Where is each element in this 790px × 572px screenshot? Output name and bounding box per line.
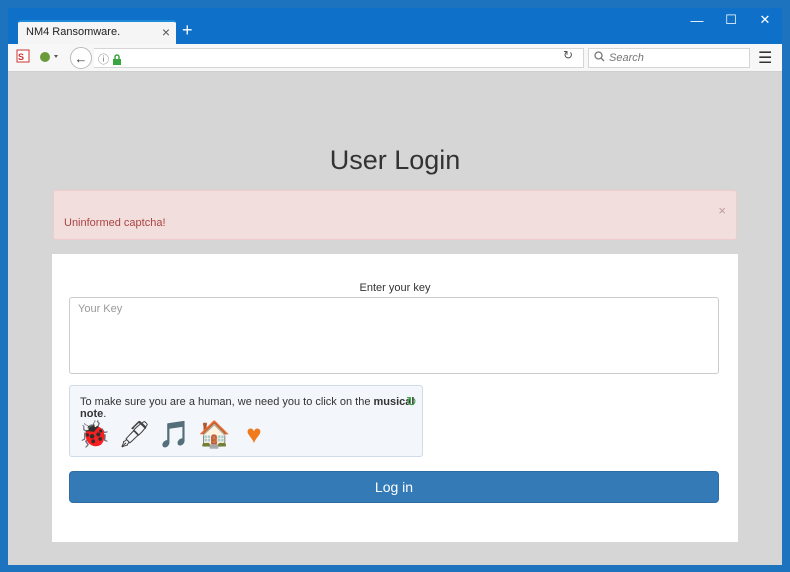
page-title: User Login — [329, 145, 461, 175]
captcha-box: To make sure you are a human, we need yo… — [69, 385, 423, 457]
extension-icon[interactable]: S — [16, 49, 30, 66]
search-input[interactable] — [609, 51, 747, 65]
tab-close-icon[interactable]: × — [162, 24, 170, 40]
navigation-bar: S ← ⓘ ↻ ☰ — [8, 44, 782, 72]
search-icon — [594, 51, 605, 65]
musical-note-icon[interactable]: 🎵 — [158, 418, 190, 450]
lock-icon — [112, 52, 122, 70]
maximize-icon[interactable]: ☐ — [714, 8, 748, 32]
tab-title: NM4 Ransomware. — [26, 26, 121, 38]
alert-message: Uninformed captcha! — [64, 217, 166, 229]
key-label: Enter your key — [359, 282, 431, 294]
house-icon[interactable]: 🏠 — [198, 418, 230, 450]
svg-text:S: S — [18, 52, 24, 62]
url-bar[interactable]: ⓘ — [94, 48, 584, 68]
info-icon[interactable]: ⓘ — [98, 51, 109, 67]
browser-tab[interactable]: NM4 Ransomware. × — [18, 20, 176, 44]
search-bar[interactable] — [588, 48, 750, 68]
tab-bar: NM4 Ransomware. × + — ☐ ✕ — [8, 8, 782, 44]
error-alert: Uninformed captcha! × — [53, 190, 737, 240]
reload-icon[interactable]: ↻ — [563, 48, 573, 62]
heart-icon[interactable]: ♥ — [238, 418, 270, 450]
page-content: User Login Uninformed captcha! × Enter y… — [8, 73, 782, 565]
login-button[interactable]: Log in — [69, 471, 719, 503]
new-tab-icon[interactable]: + — [182, 20, 193, 40]
login-panel: Enter your key To make sure you are a hu… — [52, 254, 738, 542]
minimize-icon[interactable]: — — [680, 8, 714, 32]
captcha-instruction-prefix: To make sure you are a human, we need yo… — [80, 396, 374, 408]
extension-logo-icon: S — [16, 49, 30, 63]
captcha-refresh-icon[interactable]: ↻ — [406, 394, 417, 410]
captcha-icon-row: 🐞 🖋 🎵 🏠 ♥ — [78, 418, 270, 450]
pen-icon[interactable]: 🖋 — [118, 418, 151, 450]
back-button[interactable]: ← — [70, 47, 92, 69]
window-controls: — ☐ ✕ — [680, 8, 782, 32]
bug-icon[interactable]: 🐞 — [78, 418, 110, 450]
close-window-icon[interactable]: ✕ — [748, 8, 782, 32]
browser-window: NM4 Ransomware. × + — ☐ ✕ S ← ⓘ ↻ Search… — [8, 8, 782, 565]
tor-onion-icon[interactable] — [38, 49, 60, 66]
hamburger-menu-icon[interactable]: ☰ — [758, 48, 772, 68]
alert-close-icon[interactable]: × — [718, 203, 726, 218]
key-input[interactable] — [69, 297, 719, 374]
captcha-instruction: To make sure you are a human, we need yo… — [80, 396, 422, 420]
